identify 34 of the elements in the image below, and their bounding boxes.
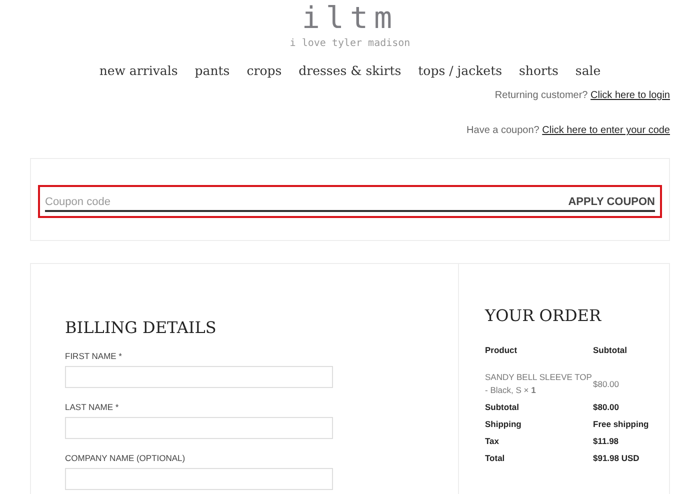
logo[interactable]: iltm (302, 2, 398, 36)
input-field[interactable] (65, 468, 333, 490)
total-value: $80.00 (593, 401, 620, 414)
nav-link[interactable]: new arrivals (99, 63, 178, 78)
field-label: LAST NAME * (65, 402, 120, 412)
total-value: $11.98 (593, 435, 620, 448)
nav-link[interactable]: dresses & skirts (298, 63, 402, 78)
product-name: SANDY BELL SLEEVE TOP - Black, S × 1 (485, 371, 593, 397)
tagline: i love tyler madison (290, 38, 410, 49)
total-label: Subtotal (485, 401, 520, 414)
total-value: Free shipping (593, 418, 650, 431)
field-label: COMPANY NAME (OPTIONAL) (65, 453, 186, 463)
total-label: Shipping (485, 418, 522, 431)
notice-text: Have a coupon? Click here to enter your code (466, 125, 670, 136)
price: $80.00 (593, 378, 620, 390)
section-title: BILLING DETAILS (65, 318, 218, 337)
input-field[interactable] (65, 417, 333, 439)
nav-link[interactable]: crops (246, 63, 282, 78)
column-header: Product (485, 345, 518, 357)
input-field[interactable] (65, 366, 333, 388)
apply-coupon-button[interactable]: APPLY COUPON (568, 196, 655, 208)
nav-link[interactable]: shorts (519, 63, 558, 78)
column-header: Subtotal (593, 345, 628, 357)
nav-link[interactable]: pants (194, 63, 230, 78)
notice-link[interactable]: Click here to login (590, 90, 670, 101)
total-label: Tax (485, 435, 500, 448)
section-title: YOUR ORDER (485, 306, 602, 325)
total-value: $91.98 USD (593, 452, 640, 465)
field-label: FIRST NAME * (65, 351, 123, 361)
nav-link[interactable]: tops / jackets (418, 63, 502, 78)
notice-text: Returning customer? Click here to login (494, 90, 670, 101)
notice-link[interactable]: Click here to enter your code (542, 125, 670, 136)
total-label: Total (485, 452, 506, 465)
nav-link[interactable]: sale (575, 63, 601, 78)
